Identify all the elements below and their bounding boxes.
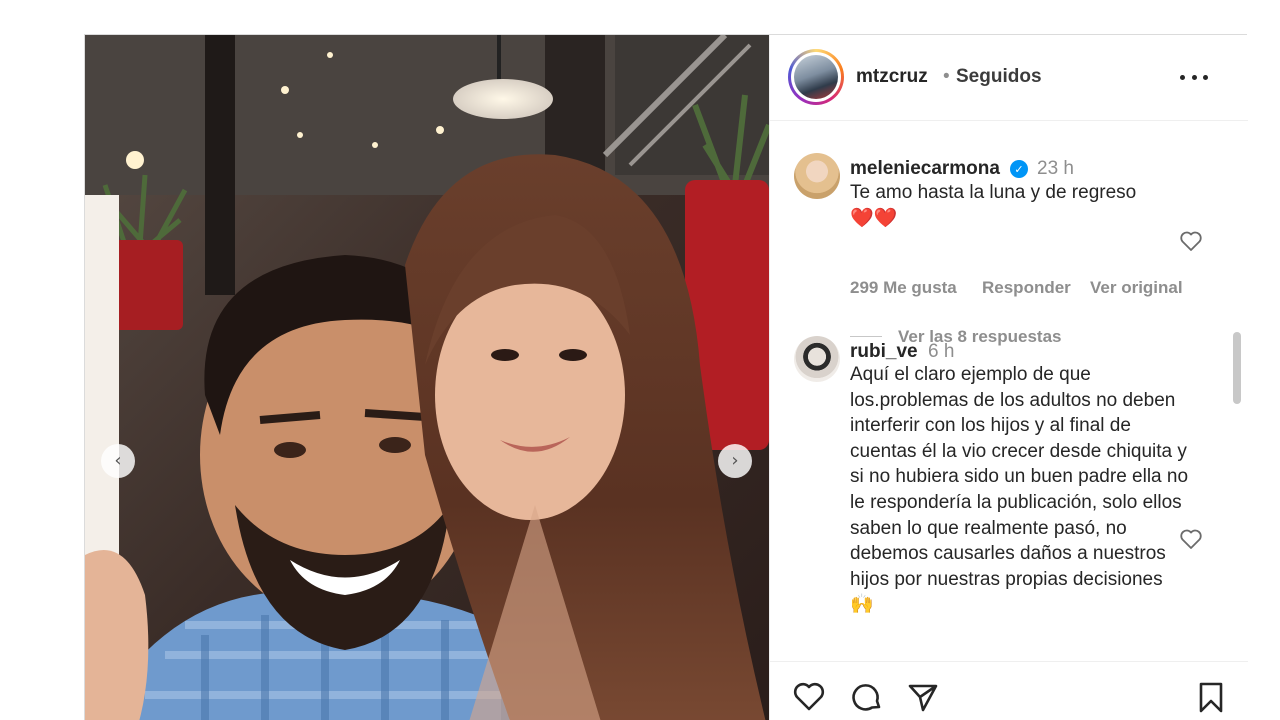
heart-icon[interactable]: [1179, 230, 1203, 252]
verified-badge-icon: ✓: [1010, 160, 1028, 178]
comment-text: Te amo hasta la luna y de regreso ❤️❤️: [850, 180, 1190, 231]
see-original-button[interactable]: Ver original: [1090, 278, 1183, 298]
comments-panel: mtzcruz • Seguidos meleniecarmona ✓ 23 h…: [769, 35, 1248, 720]
comment-username[interactable]: rubi_ve: [850, 341, 918, 363]
commenter-avatar[interactable]: [794, 336, 840, 382]
heart-icon[interactable]: [792, 680, 826, 714]
comment-bubble-icon[interactable]: [850, 680, 884, 714]
replies-divider: [850, 336, 882, 337]
comments-scrollbar[interactable]: [1233, 332, 1241, 404]
previous-photo-button[interactable]: ‹: [101, 444, 135, 478]
comment-time[interactable]: 23 h: [1037, 158, 1074, 180]
more-options-icon[interactable]: [1180, 65, 1208, 89]
chevron-right-icon: ›: [731, 450, 739, 471]
reply-button[interactable]: Responder: [982, 278, 1071, 298]
comment-body: Te amo hasta la luna y de regreso: [850, 182, 1137, 203]
photo-illustration: [85, 35, 769, 720]
author-avatar[interactable]: [788, 49, 844, 105]
chevron-left-icon: ‹: [114, 450, 122, 471]
commenter-avatar[interactable]: [794, 153, 840, 199]
comment-body: Aquí el claro ejemplo de que los.problem…: [850, 364, 1189, 616]
comment-time[interactable]: 6 h: [928, 341, 954, 363]
post-actions: [770, 661, 1248, 720]
comment-likes[interactable]: 299 Me gusta: [850, 278, 957, 298]
separator-dot: •: [943, 66, 950, 87]
heart-icon[interactable]: [1179, 528, 1203, 550]
post-header: mtzcruz • Seguidos: [770, 35, 1248, 121]
next-photo-button[interactable]: ›: [718, 444, 752, 478]
paper-plane-icon[interactable]: [906, 680, 940, 714]
author-username[interactable]: mtzcruz: [856, 66, 928, 88]
heart-emoji: ❤️❤️: [850, 207, 898, 229]
view-replies-label: Ver las 8 respuestas: [898, 327, 1062, 346]
comments-list[interactable]: meleniecarmona ✓ 23 h Te amo hasta la lu…: [770, 122, 1248, 660]
post-photo[interactable]: ‹ ›: [85, 35, 769, 720]
post-modal: ‹ › mtzcruz • Seguidos meleniecarmona ✓ …: [84, 34, 1248, 720]
comment-username[interactable]: meleniecarmona: [850, 158, 1000, 180]
follow-status-button[interactable]: Seguidos: [956, 66, 1042, 88]
bookmark-icon[interactable]: [1194, 680, 1228, 714]
